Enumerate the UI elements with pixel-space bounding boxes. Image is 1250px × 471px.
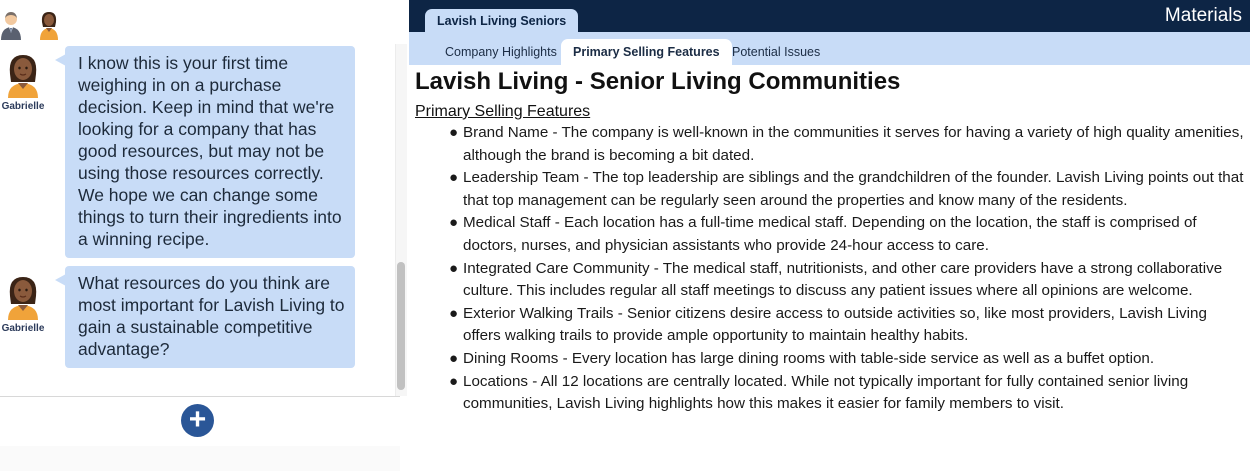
add-button[interactable]: + [181,404,214,437]
materials-title: Materials [1164,5,1242,26]
list-item: ● Medical Staff - Each location has a ful… [449,212,1247,257]
bullet: ● [449,124,459,141]
section-title: Primary Selling Features [415,103,591,120]
chat-panel: Gabrielle I know this is your first time… [0,0,408,471]
sender-name: Gabrielle [1,323,45,334]
chat-scroll-area[interactable]: Gabrielle I know this is your first time… [0,44,408,396]
feature-text: Leadership Team - The top leadership are… [463,169,1244,209]
feature-text: Locations - All 12 locations are central… [463,372,1189,413]
subtabs-bar: Company Highlights Primary Selling Featu… [409,32,1250,65]
materials-header: Lavish Living Seniors Materials [409,0,1250,32]
feature-text: Brand Name - The company is well-known i… [463,124,1244,164]
materials-panel: Lavish Living Seniors Materials Company … [409,0,1250,471]
tab-potential-issues[interactable]: Potential Issues [720,39,832,65]
divider [0,396,400,397]
bullet: ● [449,214,459,232]
woman-avatar-icon[interactable] [38,10,60,40]
tab-company-highlights[interactable]: Company Highlights [433,39,569,65]
list-item: ● Leadership Team - The top leadership ar… [449,167,1247,212]
bullet: ● [449,259,459,277]
bullet: ● [449,349,459,367]
feature-list: ● Brand Name - The company is well-known … [415,122,1247,416]
feature-text: Exterior Walking Trails - Senior citizen… [463,304,1207,345]
sender-name: Gabrielle [1,101,45,112]
gabrielle-avatar-icon [8,277,38,320]
list-item: ● Integrated Care Community - The medical… [449,258,1247,303]
tab-lavish-living-seniors[interactable]: Lavish Living Seniors [425,9,579,32]
gabrielle-avatar-icon [8,55,38,98]
bullet: ● [449,304,459,322]
feature-text: Dining Rooms - Every location has large … [463,349,1155,367]
materials-content: Lavish Living - Senior Living Communitie… [415,68,1247,416]
bullet: ● [449,169,459,187]
list-item: ● Dining Rooms - Every location has large… [449,348,1247,371]
bullet: ● [449,372,459,390]
businessman-avatar-icon[interactable] [0,10,22,40]
list-item: ● Exterior Walking Trails - Senior citize… [449,303,1247,348]
list-item: ● Locations - All 12 locations are centra… [449,371,1247,416]
list-item: ● Brand Name - The company is well-known … [449,122,1247,167]
scrollbar-thumb[interactable] [397,262,405,390]
tab-primary-selling-features[interactable]: Primary Selling Features [561,39,732,65]
participants-bar [0,10,408,40]
page-title: Lavish Living - Senior Living Communitie… [415,68,901,95]
chat-footer [0,446,400,471]
message-bubble: What resources do you think are most imp… [55,266,355,368]
feature-text: Medical Staff - Each location has a full… [463,214,1197,254]
feature-text: Integrated Care Community - The medical … [463,259,1223,300]
message-bubble: I know this is your first time weighing … [55,46,355,258]
